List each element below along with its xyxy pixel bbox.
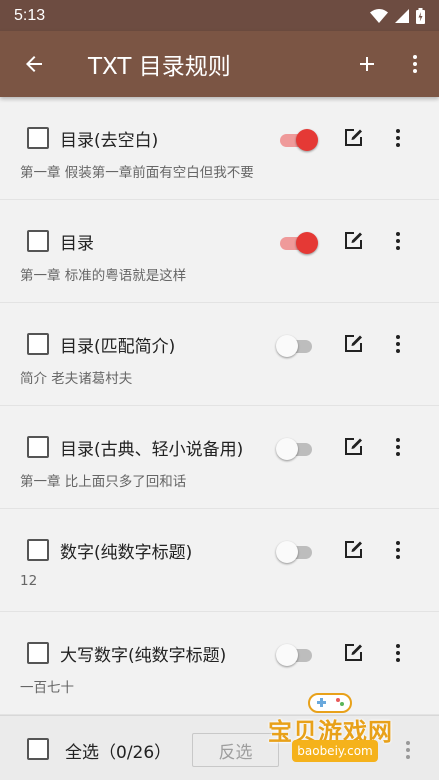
page-title: TXT 目录规则 bbox=[88, 54, 231, 80]
rule-name: 目录(去空白) bbox=[60, 131, 159, 151]
edit-rule-button[interactable] bbox=[341, 332, 365, 356]
rule-name: 目录 bbox=[60, 234, 94, 254]
rule-name: 大写数字(纯数字标题) bbox=[60, 646, 227, 666]
more-vert-icon bbox=[413, 55, 417, 73]
edit-rule-button[interactable] bbox=[341, 229, 365, 253]
edit-rule-button[interactable] bbox=[341, 538, 365, 562]
more-vert-icon bbox=[396, 541, 400, 559]
rule-name: 目录(匹配简介) bbox=[60, 337, 176, 357]
overflow-menu-button[interactable] bbox=[391, 31, 439, 97]
invert-selection-button[interactable]: 反选 bbox=[192, 733, 279, 767]
more-vert-icon bbox=[396, 335, 400, 353]
more-vert-icon bbox=[406, 741, 410, 759]
edit-rule-button[interactable] bbox=[341, 126, 365, 150]
rule-example: 第一章 假装第一章前面有空白但我不要 bbox=[20, 165, 254, 181]
rule-more-button[interactable] bbox=[386, 641, 410, 665]
add-rule-button[interactable] bbox=[343, 31, 391, 97]
add-icon bbox=[360, 57, 374, 71]
rule-checkbox[interactable] bbox=[27, 333, 49, 355]
app-bar: TXT 目录规则 bbox=[0, 31, 439, 97]
rule-example: 第一章 比上面只多了回和话 bbox=[20, 474, 187, 490]
status-bar: 5:13 bbox=[0, 0, 439, 31]
wifi-icon bbox=[370, 8, 388, 23]
back-button[interactable] bbox=[0, 31, 68, 97]
rule-more-button[interactable] bbox=[386, 126, 410, 150]
rule-example: 一百七十 bbox=[20, 680, 74, 696]
rule-list[interactable]: 目录(去空白) 第一章 假装第一章前面有空白但我不要 目录 第一章 标准的粤语就… bbox=[0, 97, 439, 715]
rule-row: 大写数字(纯数字标题) 一百七十 bbox=[0, 612, 439, 715]
edit-icon bbox=[345, 644, 362, 661]
rule-checkbox[interactable] bbox=[27, 642, 49, 664]
rule-enable-switch[interactable] bbox=[276, 232, 320, 254]
select-all-checkbox[interactable] bbox=[27, 738, 49, 760]
battery-icon bbox=[416, 7, 425, 24]
rule-example: 第一章 标准的粤语就是这样 bbox=[20, 268, 187, 284]
rule-enable-switch[interactable] bbox=[276, 438, 320, 460]
arrow-back-icon bbox=[26, 56, 42, 72]
select-all-label[interactable]: 全选（0/26） bbox=[65, 738, 171, 763]
selection-bar: 全选（0/26） 反选 bbox=[0, 715, 439, 780]
edit-rule-button[interactable] bbox=[341, 435, 365, 459]
selection-more-button[interactable] bbox=[396, 738, 420, 762]
rule-name: 数字(纯数字标题) bbox=[60, 543, 193, 563]
edit-rule-button[interactable] bbox=[341, 641, 365, 665]
more-vert-icon bbox=[396, 232, 400, 250]
rule-more-button[interactable] bbox=[386, 538, 410, 562]
rule-example: 简介 老夫诸葛村夫 bbox=[20, 371, 133, 387]
rule-name: 目录(古典、轻小说备用) bbox=[60, 440, 244, 460]
rule-example: 12 bbox=[20, 573, 38, 589]
more-vert-icon bbox=[396, 438, 400, 456]
rule-enable-switch[interactable] bbox=[276, 644, 320, 666]
status-time: 5:13 bbox=[14, 6, 46, 24]
rule-more-button[interactable] bbox=[386, 435, 410, 459]
edit-icon bbox=[345, 129, 362, 146]
rule-row: 目录(去空白) 第一章 假装第一章前面有空白但我不要 bbox=[0, 97, 439, 200]
rule-row: 目录(匹配简介) 简介 老夫诸葛村夫 bbox=[0, 303, 439, 406]
more-vert-icon bbox=[396, 129, 400, 147]
rule-enable-switch[interactable] bbox=[276, 129, 320, 151]
rule-checkbox[interactable] bbox=[27, 539, 49, 561]
edit-icon bbox=[345, 335, 362, 352]
rule-enable-switch[interactable] bbox=[276, 541, 320, 563]
rule-row: 数字(纯数字标题) 12 bbox=[0, 509, 439, 612]
rule-row: 目录(古典、轻小说备用) 第一章 比上面只多了回和话 bbox=[0, 406, 439, 509]
rule-row: 目录 第一章 标准的粤语就是这样 bbox=[0, 200, 439, 303]
system-icons bbox=[370, 7, 425, 24]
rule-more-button[interactable] bbox=[386, 332, 410, 356]
rule-checkbox[interactable] bbox=[27, 436, 49, 458]
edit-icon bbox=[345, 541, 362, 558]
rule-checkbox[interactable] bbox=[27, 127, 49, 149]
rule-checkbox[interactable] bbox=[27, 230, 49, 252]
signal-icon bbox=[395, 8, 409, 23]
more-vert-icon bbox=[396, 644, 400, 662]
rule-enable-switch[interactable] bbox=[276, 335, 320, 357]
edit-icon bbox=[345, 438, 362, 455]
rule-more-button[interactable] bbox=[386, 229, 410, 253]
edit-icon bbox=[345, 232, 362, 249]
